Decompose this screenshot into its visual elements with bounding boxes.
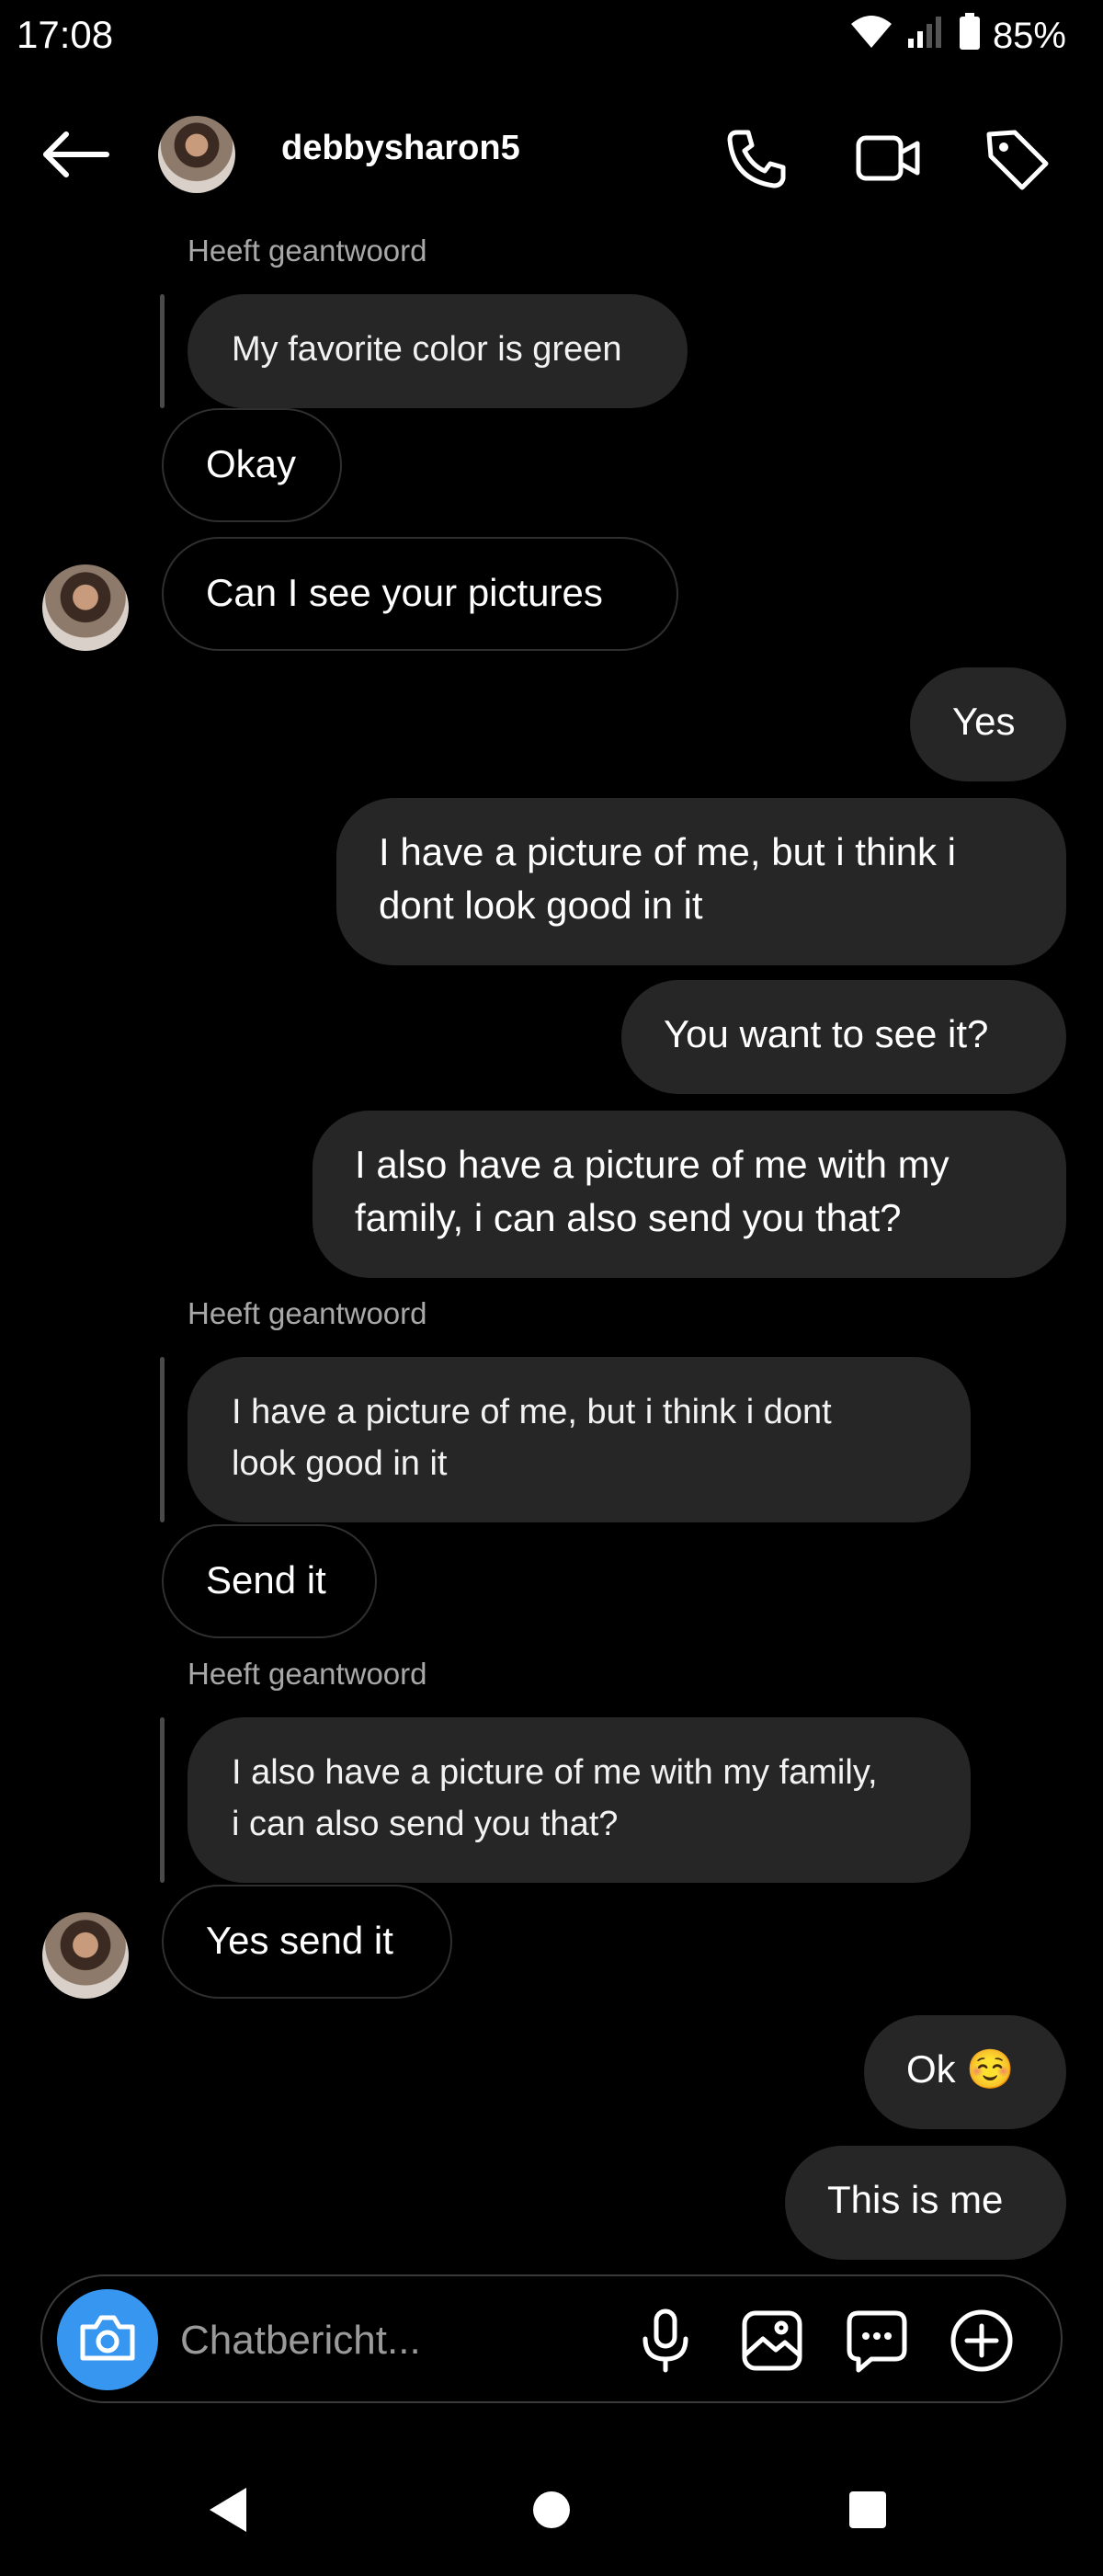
wifi-icon [849, 13, 893, 59]
incoming-message[interactable]: Send it [162, 1524, 377, 1638]
message-text: Can I see your pictures [206, 571, 603, 614]
message-text: Okay [206, 442, 297, 485]
message-text: You want to see it? [664, 1012, 989, 1055]
sticker-icon[interactable] [844, 2308, 910, 2374]
message-input[interactable] [178, 2308, 642, 2374]
header-avatar[interactable] [158, 116, 235, 193]
outgoing-message[interactable]: I also have a picture of me with my fami… [313, 1111, 1066, 1278]
nav-back-icon[interactable] [202, 2482, 257, 2537]
outgoing-message[interactable]: Ok ☺️ [864, 2015, 1066, 2129]
outgoing-message[interactable]: This is me [785, 2146, 1066, 2260]
gallery-icon[interactable] [739, 2308, 805, 2374]
quoted-message[interactable]: I have a picture of me, but i think i do… [188, 1357, 971, 1522]
outgoing-message[interactable]: You want to see it? [621, 980, 1066, 1094]
message-text: Yes [952, 700, 1016, 743]
message-text: My favorite color is green [232, 330, 622, 369]
screen: 17:08 85% debbysharon5 Heeft geantwoord … [0, 0, 1103, 2576]
signal-icon [906, 13, 947, 59]
incoming-message[interactable]: Can I see your pictures [162, 537, 678, 651]
chat-header: debbysharon5 [0, 101, 1103, 202]
reply-label: Heeft geantwoord [188, 1296, 427, 1330]
incoming-message[interactable]: Yes send it [162, 1885, 452, 1999]
reply-label: Heeft geantwoord [188, 1657, 427, 1691]
status-bar: 17:08 85% [0, 0, 1103, 83]
back-arrow-icon[interactable] [40, 129, 110, 180]
message-text: dont look good in it [379, 883, 703, 927]
message-text: I have a picture of me, but i think i do… [232, 1393, 832, 1431]
reply-bar [160, 294, 165, 408]
message-text: I have a picture of me, but i think i [379, 830, 956, 873]
outgoing-message[interactable]: I have a picture of me, but i think i do… [336, 798, 1066, 965]
microphone-icon[interactable] [632, 2308, 699, 2374]
status-time: 17:08 [17, 13, 114, 56]
reply-bar [160, 1357, 165, 1522]
message-text: I also have a picture of me with my fami… [232, 1753, 878, 1792]
reply-label: Heeft geantwoord [188, 234, 427, 268]
message-text: i can also send you that? [232, 1805, 619, 1843]
add-circle-icon[interactable] [949, 2308, 1015, 2374]
phone-call-icon[interactable] [724, 125, 790, 191]
message-text: Send it [206, 1558, 326, 1601]
incoming-message[interactable]: Okay [162, 408, 342, 522]
message-text: I also have a picture of me with my [355, 1143, 949, 1186]
message-text: Ok ☺️ [906, 2047, 1015, 2091]
battery-percent: 85% [992, 15, 1066, 56]
video-call-icon[interactable] [855, 125, 921, 191]
message-text: look good in it [232, 1444, 448, 1483]
message-text: Yes send it [206, 1919, 393, 1962]
quoted-message[interactable]: I also have a picture of me with my fami… [188, 1717, 971, 1883]
status-icons: 85% [849, 13, 1066, 59]
nav-recent-apps-icon[interactable] [840, 2482, 895, 2537]
nav-home-icon[interactable] [524, 2482, 579, 2537]
message-composer [40, 2274, 1063, 2403]
header-username[interactable]: debbysharon5 [281, 129, 520, 168]
message-text: This is me [827, 2178, 1004, 2221]
camera-button[interactable] [57, 2289, 158, 2390]
system-nav-bar [0, 2464, 1103, 2556]
reply-bar [160, 1717, 165, 1883]
sender-avatar[interactable] [42, 1912, 129, 1999]
tag-icon[interactable] [984, 125, 1050, 191]
camera-icon [79, 2314, 136, 2366]
battery-icon [959, 13, 980, 59]
outgoing-message[interactable]: Yes [910, 667, 1066, 781]
message-text: family, i can also send you that? [355, 1196, 902, 1239]
sender-avatar[interactable] [42, 564, 129, 651]
quoted-message[interactable]: My favorite color is green [188, 294, 688, 408]
